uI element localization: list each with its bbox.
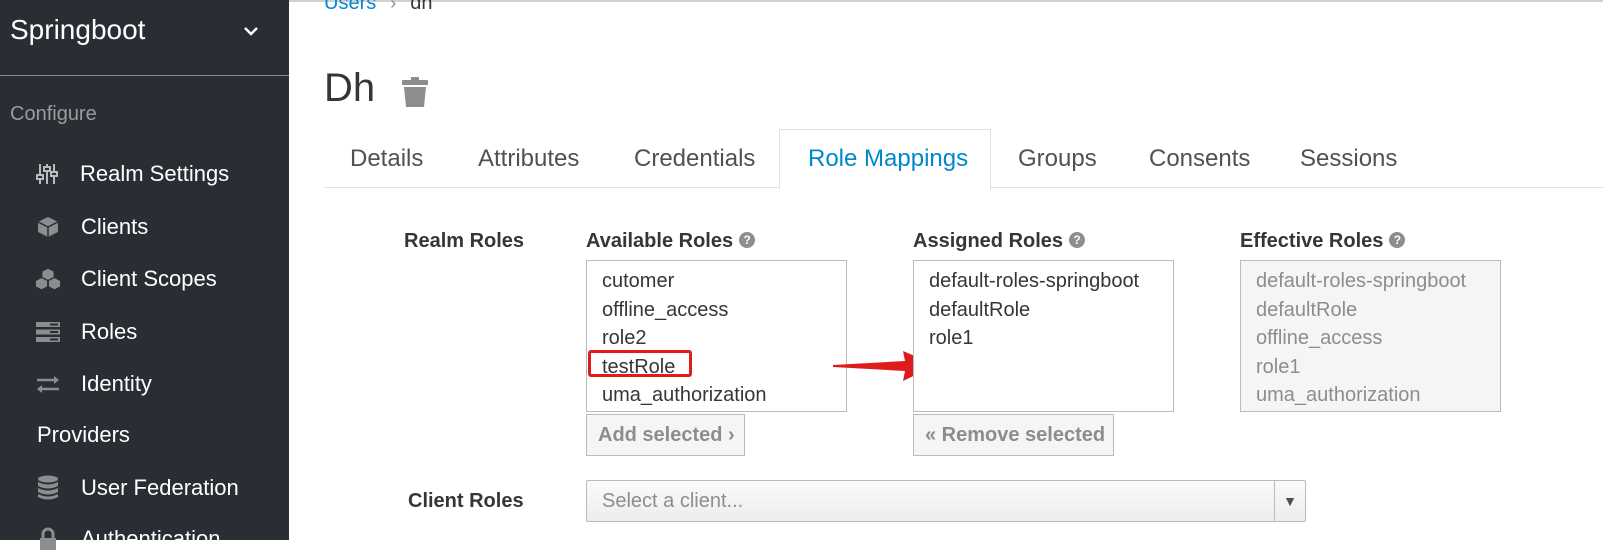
cube-icon: [35, 214, 61, 240]
available-roles-label-text: Available Roles: [586, 230, 734, 252]
sliders-icon: [34, 161, 60, 187]
sidebar-item-roles[interactable]: Roles: [35, 315, 137, 349]
sidebar-item-label: User Federation: [81, 475, 239, 500]
assigned-roles-list[interactable]: default-roles-springboot defaultRole rol…: [913, 260, 1174, 412]
sidebar-item-clients[interactable]: Clients: [35, 210, 148, 244]
help-icon[interactable]: ?: [1069, 231, 1086, 248]
assigned-roles-label: Assigned Roles?: [913, 230, 1086, 253]
available-role-option[interactable]: uma_authorization: [587, 381, 846, 410]
tab-attributes[interactable]: Attributes: [478, 145, 579, 173]
breadcrumb-current: dh: [410, 0, 433, 14]
available-role-option[interactable]: cutomer: [587, 267, 846, 296]
tab-sessions[interactable]: Sessions: [1300, 145, 1397, 173]
chevron-down-icon: [244, 27, 258, 36]
effective-roles-label: Effective Roles?: [1240, 230, 1406, 253]
available-role-option[interactable]: offline_access: [587, 296, 846, 325]
effective-role-option: default-roles-springboot: [1256, 270, 1467, 292]
tab-credentials[interactable]: Credentials: [634, 145, 755, 173]
client-select[interactable]: Select a client... ▼: [586, 480, 1306, 522]
tab-consents[interactable]: Consents: [1149, 145, 1250, 173]
help-icon[interactable]: ?: [739, 231, 756, 248]
sidebar-item-client-scopes[interactable]: Client Scopes: [35, 262, 217, 296]
effective-roles-list: default-roles-springboot defaultRole off…: [1240, 260, 1501, 412]
sidebar-item-label: Realm Settings: [80, 161, 230, 186]
assigned-roles-label-text: Assigned Roles: [913, 230, 1064, 252]
effective-role-option: offline_access: [1256, 327, 1383, 349]
sidebar-item-label: Roles: [81, 319, 138, 344]
caret-down-icon[interactable]: ▼: [1274, 481, 1305, 521]
assigned-role-option[interactable]: default-roles-springboot: [914, 267, 1173, 296]
tab-details[interactable]: Details: [350, 145, 423, 173]
assigned-role-option[interactable]: role1: [914, 324, 1173, 353]
effective-role-option: uma_authorization: [1256, 384, 1421, 406]
lock-icon: [35, 526, 61, 552]
sidebar: Springboot Configure Realm Settings Clie…: [0, 0, 289, 551]
breadcrumb: Users › dh: [324, 0, 432, 15]
sidebar-item-label-providers[interactable]: Providers: [37, 422, 130, 448]
sidebar-section-configure: Configure: [10, 103, 97, 125]
help-icon[interactable]: ?: [1389, 231, 1406, 248]
exchange-icon: [35, 371, 61, 397]
breadcrumb-users-link[interactable]: Users: [324, 0, 376, 15]
effective-role-option: role1: [1256, 355, 1301, 378]
remove-selected-button[interactable]: « Remove selected: [913, 414, 1114, 456]
client-roles-label: Client Roles: [408, 490, 524, 512]
sidebar-item-label: Client Scopes: [81, 266, 217, 291]
trash-icon[interactable]: [401, 76, 429, 108]
tab-groups[interactable]: Groups: [1018, 145, 1097, 173]
add-selected-button[interactable]: Add selected ›: [586, 414, 745, 456]
sidebar-item-identity-providers[interactable]: Identity: [35, 367, 152, 401]
database-icon: [35, 475, 61, 501]
highlight-box: [588, 350, 692, 377]
assigned-role-option[interactable]: defaultRole: [914, 296, 1173, 325]
sidebar-item-realm-settings[interactable]: Realm Settings: [34, 157, 229, 191]
realm-selector[interactable]: Springboot: [10, 10, 260, 50]
top-border: [289, 0, 1603, 2]
available-role-option[interactable]: role2: [587, 324, 846, 353]
client-select-placeholder: Select a client...: [602, 489, 744, 512]
realm-roles-label: Realm Roles: [404, 230, 525, 252]
tab-role-mappings[interactable]: Role Mappings: [808, 145, 968, 173]
sidebar-item-authentication[interactable]: Authentication: [35, 522, 220, 556]
effective-role-option: defaultRole: [1256, 298, 1358, 321]
list-icon: [35, 319, 61, 345]
available-roles-list[interactable]: cutomer offline_access role2 testRole um…: [586, 260, 847, 412]
sidebar-item-label: Clients: [81, 214, 149, 239]
sidebar-item-user-federation[interactable]: User Federation: [35, 471, 239, 505]
sidebar-divider: [0, 75, 289, 76]
sidebar-item-label: Authentication: [81, 526, 221, 551]
sidebar-item-label: Identity: [81, 371, 152, 396]
available-roles-label: Available Roles?: [586, 230, 756, 253]
page-title: Dh: [324, 66, 376, 110]
effective-roles-label-text: Effective Roles: [1240, 230, 1384, 252]
realm-name: Springboot: [10, 14, 146, 45]
cubes-icon: [35, 266, 61, 292]
breadcrumb-separator: ›: [390, 0, 397, 13]
